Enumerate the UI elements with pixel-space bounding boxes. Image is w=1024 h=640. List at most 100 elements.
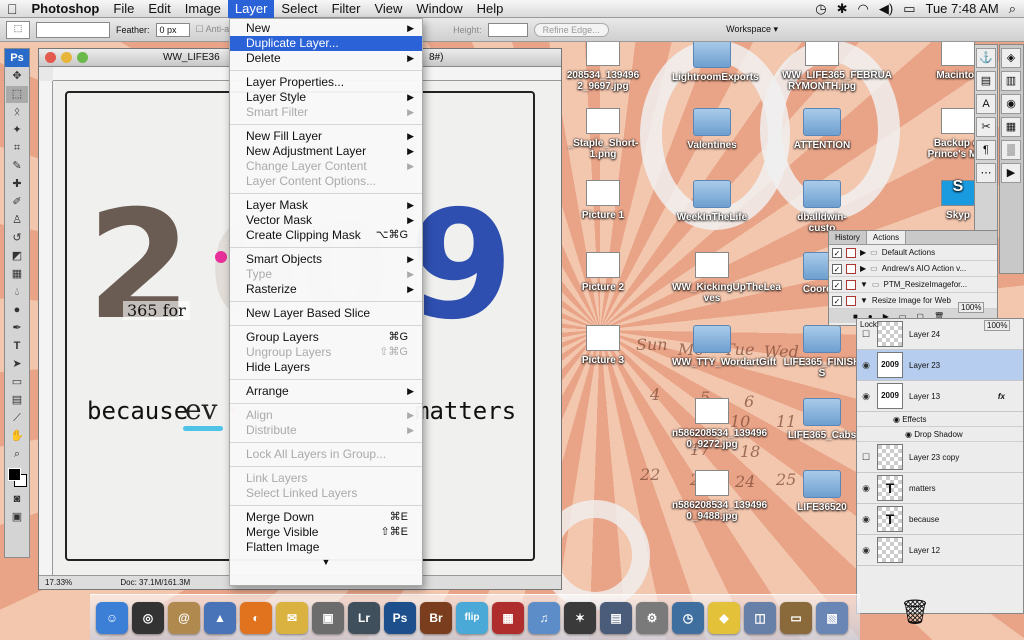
action-row-ptm-resizeimagefor[interactable]: ✓ ▼ ▭ PTM_ResizeImagefor... bbox=[829, 277, 997, 293]
channels-icon[interactable]: ◉ bbox=[1001, 94, 1021, 114]
desktop-icon-n586208534-139496[interactable]: n586208534_139496 0_9272.jpg bbox=[672, 398, 767, 450]
visibility-toggle[interactable]: ☐ bbox=[857, 452, 875, 463]
menu-item-smart-objects[interactable]: Smart Objects ▶ bbox=[230, 252, 422, 267]
dock-lightroom-icon[interactable]: Lr bbox=[348, 601, 380, 634]
action-row-default-actions[interactable]: ✓ ▶ ▭ Default Actions bbox=[829, 245, 997, 261]
dock-bridge-icon[interactable]: Br bbox=[420, 601, 452, 634]
menu-item-merge-down[interactable]: Merge Down ⌘E bbox=[230, 510, 422, 525]
menu-item-arrange[interactable]: Arrange ▶ bbox=[230, 384, 422, 399]
type-tool-icon[interactable]: T bbox=[6, 338, 28, 355]
notes-tool-icon[interactable]: ▤ bbox=[6, 392, 28, 409]
menu-app-name[interactable]: Photoshop bbox=[25, 0, 107, 18]
brush-tool-icon[interactable]: ✐ bbox=[6, 194, 28, 211]
layer-comps-icon[interactable]: ◈ bbox=[1001, 48, 1021, 68]
dock-spaces-icon[interactable]: ▤ bbox=[600, 601, 632, 634]
menu-edit[interactable]: Edit bbox=[141, 0, 177, 18]
dock-utilities-icon[interactable]: ⚙ bbox=[636, 601, 668, 634]
menu-item-new[interactable]: New ▶ bbox=[230, 21, 422, 36]
menu-item-layer-style[interactable]: Layer Style ▶ bbox=[230, 90, 422, 105]
drop-shadow-row[interactable]: ◉ Drop Shadow bbox=[857, 427, 1023, 442]
desktop-icon-ww-tty-wordartgift[interactable]: WW_TTY_WordartGift bbox=[672, 325, 776, 368]
marquee-tool-icon[interactable]: ⬚ bbox=[6, 20, 30, 39]
shape-tool-icon[interactable]: ▭ bbox=[6, 374, 28, 391]
menu-item-rasterize[interactable]: Rasterize ▶ bbox=[230, 282, 422, 297]
visibility-toggle[interactable]: ☐ bbox=[857, 329, 875, 340]
volume-icon[interactable]: ◀) bbox=[879, 1, 893, 17]
dodge-tool-icon[interactable]: ● bbox=[6, 302, 28, 319]
tab-history[interactable]: History bbox=[829, 231, 867, 244]
eraser-tool-icon[interactable]: ◩ bbox=[6, 248, 28, 265]
dock-flip-icon[interactable]: flip bbox=[456, 601, 488, 634]
menu-item-delete[interactable]: Delete ▶ bbox=[230, 51, 422, 66]
eye-icon[interactable]: ◉ bbox=[857, 514, 875, 525]
desktop-icon-life365-finish[interactable]: LIFE365_FINISH S bbox=[782, 325, 862, 379]
dock-time-machine-icon[interactable]: ◷ bbox=[672, 601, 704, 634]
action-row-andrew-s-aio-action-v[interactable]: ✓ ▶ ▭ Andrew's AIO Action v... bbox=[829, 261, 997, 277]
menu-help[interactable]: Help bbox=[470, 0, 511, 18]
menu-item-hide-layers[interactable]: Hide Layers bbox=[230, 360, 422, 375]
marquee-tool-icon[interactable]: ⬚ bbox=[6, 86, 28, 103]
fx-icon[interactable]: fx bbox=[998, 392, 1005, 401]
apple-menu-icon[interactable]:  bbox=[0, 0, 25, 18]
menu-filter[interactable]: Filter bbox=[325, 0, 368, 18]
layer-row-layer-23[interactable]: ◉ 2009 Layer 23 bbox=[857, 350, 1023, 381]
desktop-icon-attention[interactable]: ATTENTION bbox=[782, 108, 862, 151]
battery-icon[interactable]: ▭ bbox=[903, 1, 915, 17]
menu-item-duplicate-layer[interactable]: Duplicate Layer... bbox=[230, 36, 422, 51]
lasso-tool-icon[interactable]: ᛟ bbox=[6, 104, 28, 121]
dock-display-icon[interactable]: ◫ bbox=[744, 601, 776, 634]
paragraph-icon[interactable]: ¶ bbox=[976, 140, 996, 160]
desktop-icon-ww-kickingupthelea[interactable]: WW_KickingUpTheLea ves bbox=[672, 252, 781, 304]
dock-finder-icon[interactable]: ☺ bbox=[96, 601, 128, 634]
eye-icon[interactable]: ◉ bbox=[857, 391, 875, 402]
menu-image[interactable]: Image bbox=[178, 0, 228, 18]
time-machine-icon[interactable]: ◷ bbox=[815, 1, 826, 17]
dock-keynote-icon[interactable]: ▭ bbox=[780, 601, 812, 634]
workspace-menu[interactable]: Workspace ▾ bbox=[726, 24, 778, 35]
menu-scroll-down-icon[interactable]: ▼ bbox=[230, 555, 422, 570]
menu-item-layer-properties[interactable]: Layer Properties... bbox=[230, 75, 422, 90]
desktop-icon-dballdwin[interactable]: dballdwin- custo bbox=[782, 180, 862, 234]
menu-item-new-adjustment-layer[interactable]: New Adjustment Layer ▶ bbox=[230, 144, 422, 159]
blur-tool-icon[interactable]: 💧︎ bbox=[6, 284, 28, 301]
desktop-icon-staple-short[interactable]: _Staple_Short- 1.png bbox=[563, 108, 643, 160]
doc-info[interactable]: Doc: 37.1M/161.3M bbox=[120, 578, 190, 587]
menu-layer[interactable]: Layer bbox=[227, 0, 275, 18]
close-icon[interactable] bbox=[45, 52, 56, 63]
swatches-icon[interactable]: ▦ bbox=[1001, 117, 1021, 137]
set-expand-icon[interactable]: ▼ bbox=[860, 277, 868, 293]
dock-cyberduck-icon[interactable]: ◆ bbox=[708, 601, 740, 634]
info-icon[interactable]: ▤ bbox=[976, 71, 996, 91]
crop-tool-icon[interactable]: ⌗ bbox=[6, 140, 28, 157]
spotlight-icon[interactable]: ⌕ bbox=[1009, 1, 1016, 17]
minimize-icon[interactable] bbox=[61, 52, 72, 63]
layer-effects-row[interactable]: ◉ Effects bbox=[857, 412, 1023, 427]
dock-address-book-icon[interactable]: @ bbox=[168, 601, 200, 634]
screen-mode-icon[interactable]: ▣ bbox=[6, 509, 28, 526]
character-icon[interactable]: A bbox=[976, 94, 996, 114]
desktop-icon-valentines[interactable]: Valentines bbox=[672, 108, 752, 151]
action-checkbox[interactable]: ✓ bbox=[832, 295, 842, 306]
tool-presets-icon[interactable]: ✂ bbox=[976, 117, 996, 137]
action-dialog-toggle[interactable] bbox=[846, 279, 856, 290]
move-tool-icon[interactable]: ✥ bbox=[6, 68, 28, 85]
layer-row-layer-23-copy[interactable]: ☐ Layer 23 copy bbox=[857, 442, 1023, 473]
action-dialog-toggle[interactable] bbox=[846, 247, 856, 258]
healing-brush-icon[interactable]: ✚ bbox=[6, 176, 28, 193]
action-expand-icon[interactable]: ▼ bbox=[860, 293, 868, 309]
zoom-level[interactable]: 17.33% bbox=[45, 578, 72, 587]
menu-window[interactable]: Window bbox=[409, 0, 469, 18]
clone-stamp-icon[interactable]: ♙ bbox=[6, 212, 28, 229]
menu-item-vector-mask[interactable]: Vector Mask ▶ bbox=[230, 213, 422, 228]
layer-row-because[interactable]: ◉ Tbecause bbox=[857, 504, 1023, 535]
action-checkbox[interactable]: ✓ bbox=[832, 263, 842, 274]
set-expand-icon[interactable]: ▶ bbox=[860, 261, 866, 277]
zoom-icon[interactable] bbox=[77, 52, 88, 63]
menu-item-group-layers[interactable]: Group Layers ⌘G bbox=[230, 330, 422, 345]
desktop-icon-n586208534-139496[interactable]: n586208534_139496 0_9488.jpg bbox=[672, 470, 767, 522]
menu-item-layer-mask[interactable]: Layer Mask ▶ bbox=[230, 198, 422, 213]
quick-mask-icon[interactable]: ◙ bbox=[6, 491, 28, 508]
desktop-icon-208534-139496[interactable]: 208534_139496 2_9697.jpg bbox=[563, 40, 643, 92]
layer-row-layer-13[interactable]: ◉ 2009 Layer 13 fx bbox=[857, 381, 1023, 412]
action-checkbox[interactable]: ✓ bbox=[832, 247, 842, 258]
